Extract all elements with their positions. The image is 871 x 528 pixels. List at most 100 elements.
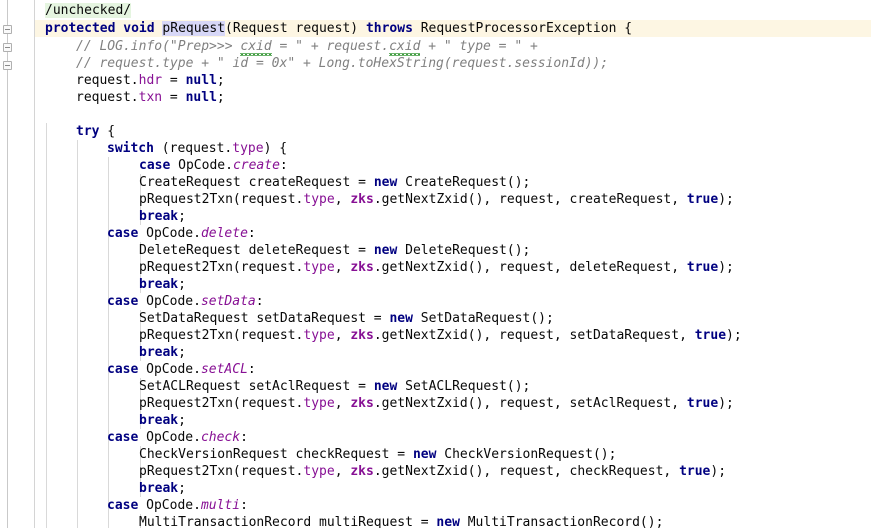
code-token: request. — [76, 73, 139, 88]
code-token: new — [373, 379, 398, 394]
code-token: : — [247, 362, 256, 377]
code-token: try — [76, 124, 100, 139]
code-token: , — [334, 328, 351, 343]
code-token: new — [436, 515, 460, 528]
code-token: ; — [178, 209, 186, 224]
code-token: , — [334, 260, 351, 275]
code-line[interactable]: SetACLRequest setAclRequest = new SetACL… — [35, 378, 530, 395]
code-token: new — [412, 447, 437, 462]
code-token: ); — [718, 192, 734, 207]
code-token: void — [123, 21, 155, 36]
code-line[interactable]: break; — [35, 276, 186, 293]
code-line[interactable]: case OpCode.setACL: — [35, 361, 256, 378]
fold-marker-method[interactable] — [3, 25, 12, 34]
code-token: ) { — [263, 141, 288, 156]
code-token: OpCode. — [138, 294, 201, 309]
code-token: SetDataRequest setDataRequest = — [139, 311, 390, 326]
code-token: : — [240, 498, 248, 513]
code-line[interactable]: pRequest2Txn(request.type, zks.getNextZx… — [35, 463, 726, 480]
code-token: OpCode. — [138, 226, 201, 241]
code-line[interactable]: case OpCode.setData: — [35, 293, 264, 310]
code-token: break — [139, 345, 179, 360]
code-line[interactable]: request.txn = null; — [35, 89, 225, 106]
code-token: pRequest2Txn(request. — [139, 260, 304, 275]
code-token: ); — [726, 328, 742, 343]
code-token: multi — [200, 498, 241, 513]
code-line[interactable]: break; — [35, 480, 186, 497]
fold-connector — [7, 52, 8, 61]
code-token: : — [255, 294, 264, 309]
code-line[interactable]: DeleteRequest deleteRequest = new Delete… — [35, 242, 530, 259]
code-line[interactable]: break; — [35, 208, 186, 225]
code-line[interactable]: case OpCode.delete: — [35, 225, 256, 242]
code-line[interactable]: CreateRequest createRequest = new Create… — [35, 174, 530, 191]
code-line[interactable]: request.hdr = null; — [35, 72, 225, 89]
code-token: : — [247, 226, 256, 241]
code-token: .getNextZxid(), request, checkRequest, — [373, 464, 680, 479]
code-line[interactable]: pRequest2Txn(request.type, zks.getNextZx… — [35, 259, 734, 276]
code-token: true — [686, 260, 719, 275]
code-token: MultiTransactionRecord multiRequest = — [139, 515, 437, 528]
code-line[interactable]: MultiTransactionRecord multiRequest = ne… — [35, 514, 663, 528]
code-token: OpCode. — [138, 430, 201, 445]
code-token: , — [334, 464, 351, 479]
code-line[interactable]: try { — [35, 123, 115, 140]
fold-connector — [7, 34, 8, 43]
code-token: zks — [350, 328, 374, 343]
code-token: ; — [216, 90, 225, 105]
code-text-area[interactable]: /unchecked/protected void pRequest(Reque… — [35, 0, 871, 528]
code-line[interactable]: break; — [35, 344, 186, 361]
code-token: true — [686, 396, 719, 411]
code-token: break — [139, 413, 179, 428]
code-token: request. — [76, 90, 139, 105]
code-token: pRequest2Txn(request. — [139, 328, 304, 343]
code-line[interactable]: case OpCode.multi: — [35, 497, 248, 514]
code-token: null — [185, 73, 217, 88]
code-line[interactable]: SetDataRequest setDataRequest = new SetD… — [35, 310, 554, 327]
code-line[interactable]: case OpCode.check: — [35, 429, 248, 446]
code-token: RequestProcessorException { — [412, 21, 633, 36]
fold-marker-inner[interactable] — [3, 61, 12, 70]
editor-gutter[interactable] — [0, 0, 30, 528]
code-line[interactable]: break; — [35, 412, 186, 429]
code-token: type — [303, 464, 335, 479]
code-token: + " type = " + — [420, 39, 538, 54]
code-token: .getNextZxid(), request, createRequest, — [373, 192, 687, 207]
code-token: ; — [178, 481, 186, 496]
fold-marker-comment-block[interactable] — [3, 43, 12, 52]
code-token: .getNextZxid(), request, deleteRequest, — [373, 260, 687, 275]
code-token: = — [162, 90, 186, 105]
code-line[interactable]: pRequest2Txn(request.type, zks.getNextZx… — [35, 395, 734, 412]
code-token: OpCode. — [138, 498, 201, 513]
code-line[interactable]: /unchecked/ — [35, 2, 132, 19]
code-line[interactable]: case OpCode.create: — [35, 157, 288, 174]
code-token: new — [389, 311, 413, 326]
code-token: zks — [350, 260, 374, 275]
code-editor[interactable]: /unchecked/protected void pRequest(Reque… — [0, 0, 871, 528]
code-token: case — [107, 226, 139, 241]
code-token: case — [139, 158, 171, 173]
code-line[interactable]: pRequest2Txn(request.type, zks.getNextZx… — [35, 327, 742, 344]
code-line[interactable]: protected void pRequest(Request request)… — [35, 20, 632, 37]
code-token: new — [373, 175, 398, 190]
code-line[interactable]: pRequest2Txn(request.type, zks.getNextZx… — [35, 191, 734, 208]
code-token: switch — [107, 141, 154, 156]
code-token: = " + request. — [271, 39, 390, 54]
code-token: type — [303, 328, 335, 343]
code-token: MultiTransactionRecord(); — [459, 515, 664, 528]
code-token: .getNextZxid(), request, setAclRequest, — [373, 396, 687, 411]
code-line[interactable]: // LOG.info("Prep>>> cxid = " + request.… — [35, 38, 538, 56]
code-token: null — [185, 90, 217, 105]
code-token: CheckVersionRequest(); — [436, 447, 617, 462]
code-token: (request. — [153, 141, 233, 156]
code-line[interactable] — [35, 106, 76, 123]
code-token: ; — [178, 345, 186, 360]
code-token: , — [334, 192, 351, 207]
code-line[interactable]: CheckVersionRequest checkRequest = new C… — [35, 446, 616, 463]
code-token: // LOG.info("Prep>>> — [76, 39, 241, 54]
code-line[interactable]: switch (request.type) { — [35, 140, 287, 157]
code-token: ); — [710, 464, 727, 479]
code-line[interactable]: // request.type + " id = 0x" + Long.toHe… — [35, 55, 608, 72]
code-token: SetACLRequest setAclRequest = — [139, 379, 374, 394]
code-token: check — [200, 430, 241, 445]
